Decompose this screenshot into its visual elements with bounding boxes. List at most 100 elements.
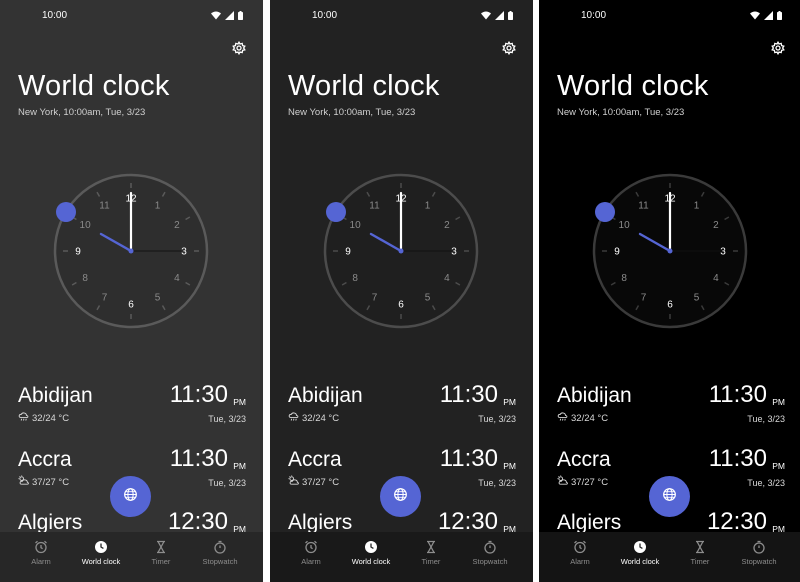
clock-number: 11 xyxy=(99,201,110,212)
city-weather: 37/27 °C xyxy=(288,475,339,489)
status-bar: 10:00 xyxy=(539,10,800,24)
weather-temp: 32/24 °C xyxy=(571,412,609,424)
city-name: Accra xyxy=(18,448,72,471)
hourglass-icon xyxy=(424,540,438,554)
cloud-rain-icon xyxy=(18,411,29,425)
clock-number: 9 xyxy=(75,247,81,258)
nav-world-clock[interactable]: World clock xyxy=(341,540,401,566)
status-time: 10:00 xyxy=(312,10,338,21)
alarm-icon xyxy=(304,540,318,554)
analog-clock: 121234567891011 xyxy=(322,172,480,330)
status-bar: 10:00 xyxy=(0,10,263,24)
nav-timer[interactable]: Timer xyxy=(131,540,191,566)
nav-alarm[interactable]: Alarm xyxy=(281,540,341,566)
local-time-subtitle: New York, 10:00am, Tue, 3/23 xyxy=(288,107,416,118)
city-date: Tue, 3/23 xyxy=(478,478,516,488)
city-name: Accra xyxy=(288,448,342,471)
status-bar: 10:00 xyxy=(270,10,533,24)
add-city-button[interactable] xyxy=(380,476,421,517)
nav-label: Alarm xyxy=(570,557,590,566)
nav-stopwatch[interactable]: Stopwatch xyxy=(460,540,520,566)
city-row[interactable]: Abidijan 32/24 °C 11:30 PM Tue, 3/23 xyxy=(18,381,248,428)
clock-number: 4 xyxy=(444,273,450,284)
clock-center xyxy=(398,248,404,254)
drag-handle-dot[interactable] xyxy=(595,202,615,222)
settings-gear-icon[interactable] xyxy=(232,40,246,56)
nav-timer[interactable]: Timer xyxy=(401,540,461,566)
page-title: World clock xyxy=(288,70,440,102)
clock-number: 10 xyxy=(350,220,362,231)
phone-screen: 10:00 World clock New York, 10:00am, Tue,… xyxy=(0,0,263,582)
battery-icon xyxy=(777,11,782,20)
sun-cloud-icon xyxy=(288,475,299,489)
city-name: Abidijan xyxy=(288,384,363,407)
globe-icon xyxy=(662,487,677,507)
clock-number: 8 xyxy=(82,273,88,284)
globe-icon xyxy=(393,487,408,507)
nav-timer[interactable]: Timer xyxy=(670,540,730,566)
nav-alarm[interactable]: Alarm xyxy=(550,540,610,566)
hourglass-icon xyxy=(693,540,707,554)
nav-label: Stopwatch xyxy=(472,557,508,566)
analog-clock: 121234567891011 xyxy=(591,172,749,330)
city-date: Tue, 3/23 xyxy=(208,478,246,488)
nav-world-clock[interactable]: World clock xyxy=(71,540,131,566)
hourglass-icon xyxy=(154,540,168,554)
clock-number: 2 xyxy=(444,220,450,231)
city-time: 11:30 xyxy=(169,445,228,472)
status-time: 10:00 xyxy=(581,10,607,21)
bottom-nav: Alarm World clock Timer Stopwatch xyxy=(0,532,263,582)
clock-number: 6 xyxy=(667,300,673,311)
wifi-icon xyxy=(211,11,221,20)
phone-screen: 10:00 World clock New York, 10:00am, Tue,… xyxy=(270,0,533,582)
weather-temp: 37/27 °C xyxy=(302,476,340,488)
clock-number: 11 xyxy=(638,201,649,212)
clock-number: 3 xyxy=(451,247,457,258)
signal-icon xyxy=(495,11,504,20)
clock-number: 1 xyxy=(694,201,700,212)
battery-icon xyxy=(238,11,243,20)
add-city-button[interactable] xyxy=(649,476,690,517)
add-city-button[interactable] xyxy=(110,476,151,517)
nav-world-clock[interactable]: World clock xyxy=(610,540,670,566)
clock-number: 5 xyxy=(155,292,161,303)
nav-label: Alarm xyxy=(31,557,51,566)
clock-number: 4 xyxy=(713,273,719,284)
city-row[interactable]: Abidijan 32/24 °C 11:30 PM Tue, 3/23 xyxy=(288,381,518,428)
globe-icon xyxy=(123,487,138,507)
weather-temp: 37/27 °C xyxy=(32,476,70,488)
clock-number: 1 xyxy=(155,201,161,212)
drag-handle-dot[interactable] xyxy=(56,202,76,222)
clock-number: 3 xyxy=(720,247,726,258)
clock-number: 8 xyxy=(352,273,358,284)
clock-number: 9 xyxy=(614,247,620,258)
sun-cloud-icon xyxy=(18,475,29,489)
weather-temp: 37/27 °C xyxy=(571,476,609,488)
drag-handle-dot[interactable] xyxy=(326,202,346,222)
clock-number: 4 xyxy=(174,273,180,284)
city-weather: 32/24 °C xyxy=(18,411,69,425)
nav-stopwatch[interactable]: Stopwatch xyxy=(190,540,250,566)
signal-icon xyxy=(764,11,773,20)
sun-cloud-icon xyxy=(557,475,568,489)
nav-label: Timer xyxy=(690,557,710,566)
nav-stopwatch[interactable]: Stopwatch xyxy=(729,540,789,566)
analog-clock: 121234567891011 xyxy=(52,172,210,330)
nav-label: Timer xyxy=(151,557,171,566)
nav-label: Timer xyxy=(421,557,441,566)
nav-alarm[interactable]: Alarm xyxy=(11,540,71,566)
nav-label: Alarm xyxy=(301,557,321,566)
status-time: 10:00 xyxy=(42,10,68,21)
city-row[interactable]: Abidijan 32/24 °C 11:30 PM Tue, 3/23 xyxy=(557,381,787,428)
settings-gear-icon[interactable] xyxy=(502,40,516,56)
stopwatch-icon xyxy=(752,540,766,554)
alarm-icon xyxy=(573,540,587,554)
bottom-nav: Alarm World clock Timer Stopwatch xyxy=(539,532,800,582)
city-ampm: PM xyxy=(233,397,246,407)
battery-icon xyxy=(508,11,513,20)
settings-gear-icon[interactable] xyxy=(771,40,785,56)
city-ampm: PM xyxy=(772,397,785,407)
clock-number: 11 xyxy=(369,201,380,212)
city-ampm: PM xyxy=(233,461,246,471)
clock-number: 9 xyxy=(345,247,351,258)
